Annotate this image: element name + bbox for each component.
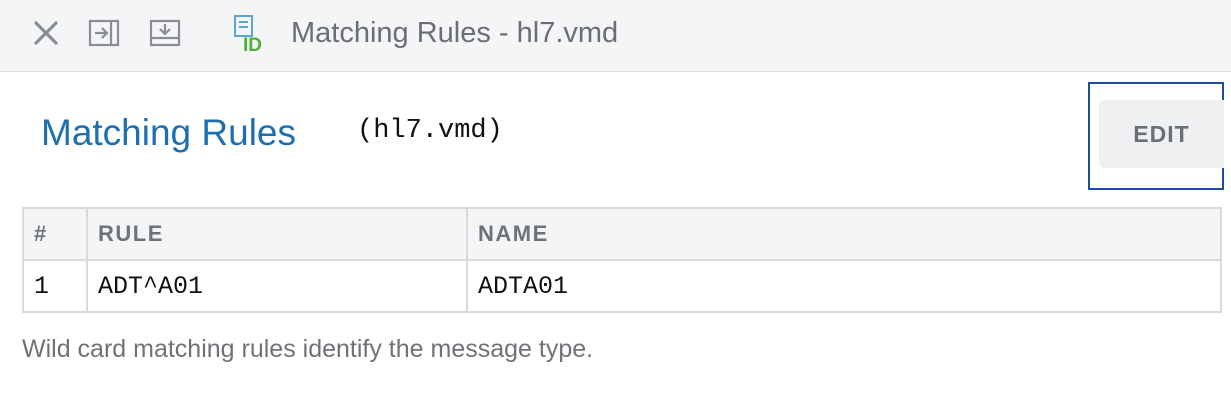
page-title: Matching Rules — [41, 112, 297, 153]
svg-text:ID: ID — [243, 35, 262, 54]
column-header-name[interactable]: NAME — [466, 207, 1222, 261]
window-title: Matching Rules - hl7.vmd — [291, 17, 619, 49]
download-icon[interactable] — [148, 16, 182, 50]
file-name: (hl7.vmd) — [357, 116, 503, 146]
close-icon[interactable] — [29, 16, 63, 50]
document-id-icon: ID — [232, 14, 272, 54]
edit-button-focus-ring: EDIT — [1088, 82, 1224, 190]
toolbar: ID Matching Rules - hl7.vmd — [0, 0, 1231, 72]
cell-number: 1 — [22, 259, 88, 313]
collapse-panel-icon[interactable] — [87, 16, 121, 50]
matching-rules-table: # RULE NAME 1 ADT^A01 ADTA01 — [22, 207, 1222, 313]
edit-button[interactable]: EDIT — [1099, 100, 1224, 168]
cell-name: ADTA01 — [466, 259, 1222, 313]
help-text: Wild card matching rules identify the me… — [22, 335, 594, 363]
column-header-rule[interactable]: RULE — [86, 207, 468, 261]
table-header-row: # RULE NAME — [22, 207, 1222, 261]
table-row[interactable]: 1 ADT^A01 ADTA01 — [22, 259, 1222, 313]
cell-rule: ADT^A01 — [86, 259, 468, 313]
column-header-number[interactable]: # — [22, 207, 88, 261]
